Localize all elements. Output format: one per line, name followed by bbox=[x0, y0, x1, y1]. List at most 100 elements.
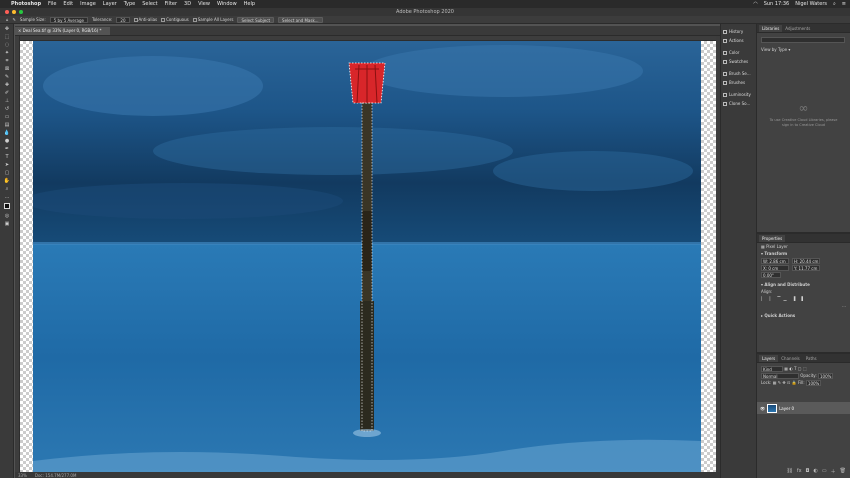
lock-icons[interactable]: ▦ ✎ ✥ ⊡ 🔒 bbox=[773, 380, 797, 385]
color-panel-button[interactable]: Color bbox=[721, 48, 756, 57]
marquee-tool-icon[interactable]: ⬚ bbox=[2, 33, 12, 40]
tab-libraries[interactable]: Libraries bbox=[759, 25, 783, 32]
brush-tool-icon[interactable]: ✐ bbox=[2, 89, 12, 96]
type-tool-icon[interactable]: T bbox=[2, 153, 12, 160]
anti-alias-checkbox[interactable]: Anti-alias bbox=[133, 17, 157, 22]
more-tools-icon[interactable]: … bbox=[2, 193, 12, 200]
path-selection-tool-icon[interactable]: ➤ bbox=[2, 161, 12, 168]
visibility-eye-icon[interactable]: 👁 bbox=[760, 406, 765, 411]
align-buttons[interactable]: ▏▕ ▔▁ ▌▐ bbox=[757, 295, 850, 302]
x-field[interactable]: X: 0 cm bbox=[761, 265, 789, 271]
clone-stamp-tool-icon[interactable]: ⊥ bbox=[2, 97, 12, 104]
zoom-level[interactable]: 33% bbox=[18, 473, 27, 478]
wifi-icon[interactable]: ◠ bbox=[753, 1, 757, 7]
select-subject-button[interactable]: Select Subject bbox=[237, 16, 275, 23]
dodge-tool-icon[interactable]: ● bbox=[2, 137, 12, 144]
blur-tool-icon[interactable]: 💧 bbox=[2, 129, 12, 136]
menu-list-icon[interactable]: ≡ bbox=[842, 1, 846, 7]
y-field[interactable]: Y: 11.77 cm bbox=[792, 265, 820, 271]
quick-actions-section[interactable]: ▸ Quick Actions bbox=[757, 312, 850, 319]
new-layer-icon[interactable]: ＋ bbox=[831, 468, 836, 475]
transform-section[interactable]: ▾ Transform bbox=[757, 250, 850, 257]
canvas-area[interactable] bbox=[20, 41, 720, 472]
menu-select[interactable]: Select bbox=[142, 1, 157, 7]
menu-3d[interactable]: 3D bbox=[184, 1, 191, 7]
eyedropper-tool-icon[interactable]: ✎ bbox=[2, 73, 12, 80]
layer-filter-select[interactable]: Kind bbox=[761, 366, 783, 372]
actions-panel-button[interactable]: Actions bbox=[721, 36, 756, 45]
search-icon[interactable]: ⌕ bbox=[833, 1, 836, 7]
magic-wand-tool-icon[interactable]: ✦ bbox=[2, 49, 12, 56]
history-panel-button[interactable]: History bbox=[721, 27, 756, 36]
menu-image[interactable]: Image bbox=[80, 1, 96, 7]
menu-edit[interactable]: Edit bbox=[63, 1, 73, 7]
layer-name[interactable]: Layer 0 bbox=[779, 406, 794, 411]
menu-view[interactable]: View bbox=[198, 1, 210, 7]
healing-brush-tool-icon[interactable]: ✚ bbox=[2, 81, 12, 88]
brush-settings-panel-button[interactable]: Brush Se... bbox=[721, 69, 756, 78]
layer-row[interactable]: 👁 Layer 0 bbox=[757, 402, 850, 414]
menu-type[interactable]: Type bbox=[124, 1, 135, 7]
history-brush-tool-icon[interactable]: ↺ bbox=[2, 105, 12, 112]
eyedropper-icon[interactable]: ✎ bbox=[13, 17, 16, 22]
lasso-tool-icon[interactable]: ◌ bbox=[2, 41, 12, 48]
fill-input[interactable]: 100% bbox=[805, 380, 822, 386]
color-swatches-icon[interactable] bbox=[2, 201, 12, 211]
library-search-input[interactable] bbox=[761, 37, 845, 43]
zoom-window-button[interactable] bbox=[19, 10, 23, 14]
minimize-window-button[interactable] bbox=[12, 10, 16, 14]
document-tab[interactable]: × Deal Sea.tif @ 33% (Layer 0, RGB/16) * bbox=[15, 27, 110, 35]
home-icon[interactable]: ⌂ bbox=[6, 17, 9, 22]
eraser-tool-icon[interactable]: ▭ bbox=[2, 113, 12, 120]
tab-channels[interactable]: Channels bbox=[778, 355, 803, 362]
more-options-icon[interactable]: … bbox=[757, 302, 850, 309]
link-layers-icon[interactable]: ⛓ bbox=[786, 468, 792, 475]
width-field[interactable]: W: 2.86 cm bbox=[761, 258, 789, 264]
gradient-tool-icon[interactable]: ▤ bbox=[2, 121, 12, 128]
document-image[interactable] bbox=[23, 41, 701, 472]
sample-size-select[interactable]: 5 by 5 Average bbox=[49, 16, 88, 23]
shape-tool-icon[interactable]: ▢ bbox=[2, 169, 12, 176]
menu-file[interactable]: File bbox=[48, 1, 56, 7]
sample-all-layers-checkbox[interactable]: Sample All Layers bbox=[192, 17, 233, 22]
menu-filter[interactable]: Filter bbox=[165, 1, 177, 7]
tab-properties[interactable]: Properties bbox=[759, 235, 786, 242]
filter-icons[interactable]: ▦ ◐ T ▢ ⬚ bbox=[784, 366, 806, 371]
swatches-panel-button[interactable]: Swatches bbox=[721, 57, 756, 66]
view-by-type-select[interactable]: View by Type ▾ bbox=[757, 46, 850, 53]
menu-help[interactable]: Help bbox=[244, 1, 255, 7]
user-name[interactable]: Nigel Waters bbox=[795, 1, 827, 7]
menu-window[interactable]: Window bbox=[217, 1, 237, 7]
select-and-mask-button[interactable]: Select and Mask... bbox=[278, 16, 323, 23]
fx-icon[interactable]: fx bbox=[797, 468, 802, 475]
crop-tool-icon[interactable]: ⌗ bbox=[2, 57, 12, 64]
tab-paths[interactable]: Paths bbox=[803, 355, 820, 362]
brushes-panel-button[interactable]: Brushes bbox=[721, 78, 756, 87]
frame-tool-icon[interactable]: ⊠ bbox=[2, 65, 12, 72]
tab-layers[interactable]: Layers bbox=[759, 355, 779, 362]
hand-tool-icon[interactable]: ✋ bbox=[2, 177, 12, 184]
clock[interactable]: Sun 17:36 bbox=[764, 1, 790, 7]
quick-mask-icon[interactable]: ◎ bbox=[2, 212, 12, 219]
new-group-icon[interactable]: ▭ bbox=[822, 468, 827, 475]
tab-adjustments[interactable]: Adjustments bbox=[782, 25, 813, 32]
blend-mode-select[interactable]: Normal bbox=[761, 373, 799, 379]
height-field[interactable]: H: 20.44 cm bbox=[792, 258, 820, 264]
add-mask-icon[interactable]: ◘ bbox=[806, 468, 810, 475]
angle-field[interactable]: 0.00° bbox=[761, 272, 781, 278]
menu-layer[interactable]: Layer bbox=[103, 1, 117, 7]
zoom-tool-icon[interactable]: ⌕ bbox=[2, 185, 12, 192]
move-tool-icon[interactable]: ✥ bbox=[2, 25, 12, 32]
close-window-button[interactable] bbox=[5, 10, 9, 14]
luminosity-panel-button[interactable]: Luminosity bbox=[721, 90, 756, 99]
screen-mode-icon[interactable]: ▣ bbox=[2, 220, 12, 227]
tolerance-input[interactable]: 20 bbox=[116, 16, 130, 23]
contiguous-checkbox[interactable]: Contiguous bbox=[161, 17, 189, 22]
align-distribute-section[interactable]: ▾ Align and Distribute bbox=[757, 281, 850, 288]
doc-size[interactable]: Doc: 154.7M/277.0M bbox=[35, 473, 77, 478]
app-menu[interactable]: Photoshop bbox=[11, 1, 41, 7]
delete-layer-icon[interactable]: 🗑 bbox=[840, 468, 846, 475]
pen-tool-icon[interactable]: ✒ bbox=[2, 145, 12, 152]
opacity-input[interactable]: 100% bbox=[818, 373, 834, 379]
clone-source-panel-button[interactable]: Clone So... bbox=[721, 99, 756, 108]
